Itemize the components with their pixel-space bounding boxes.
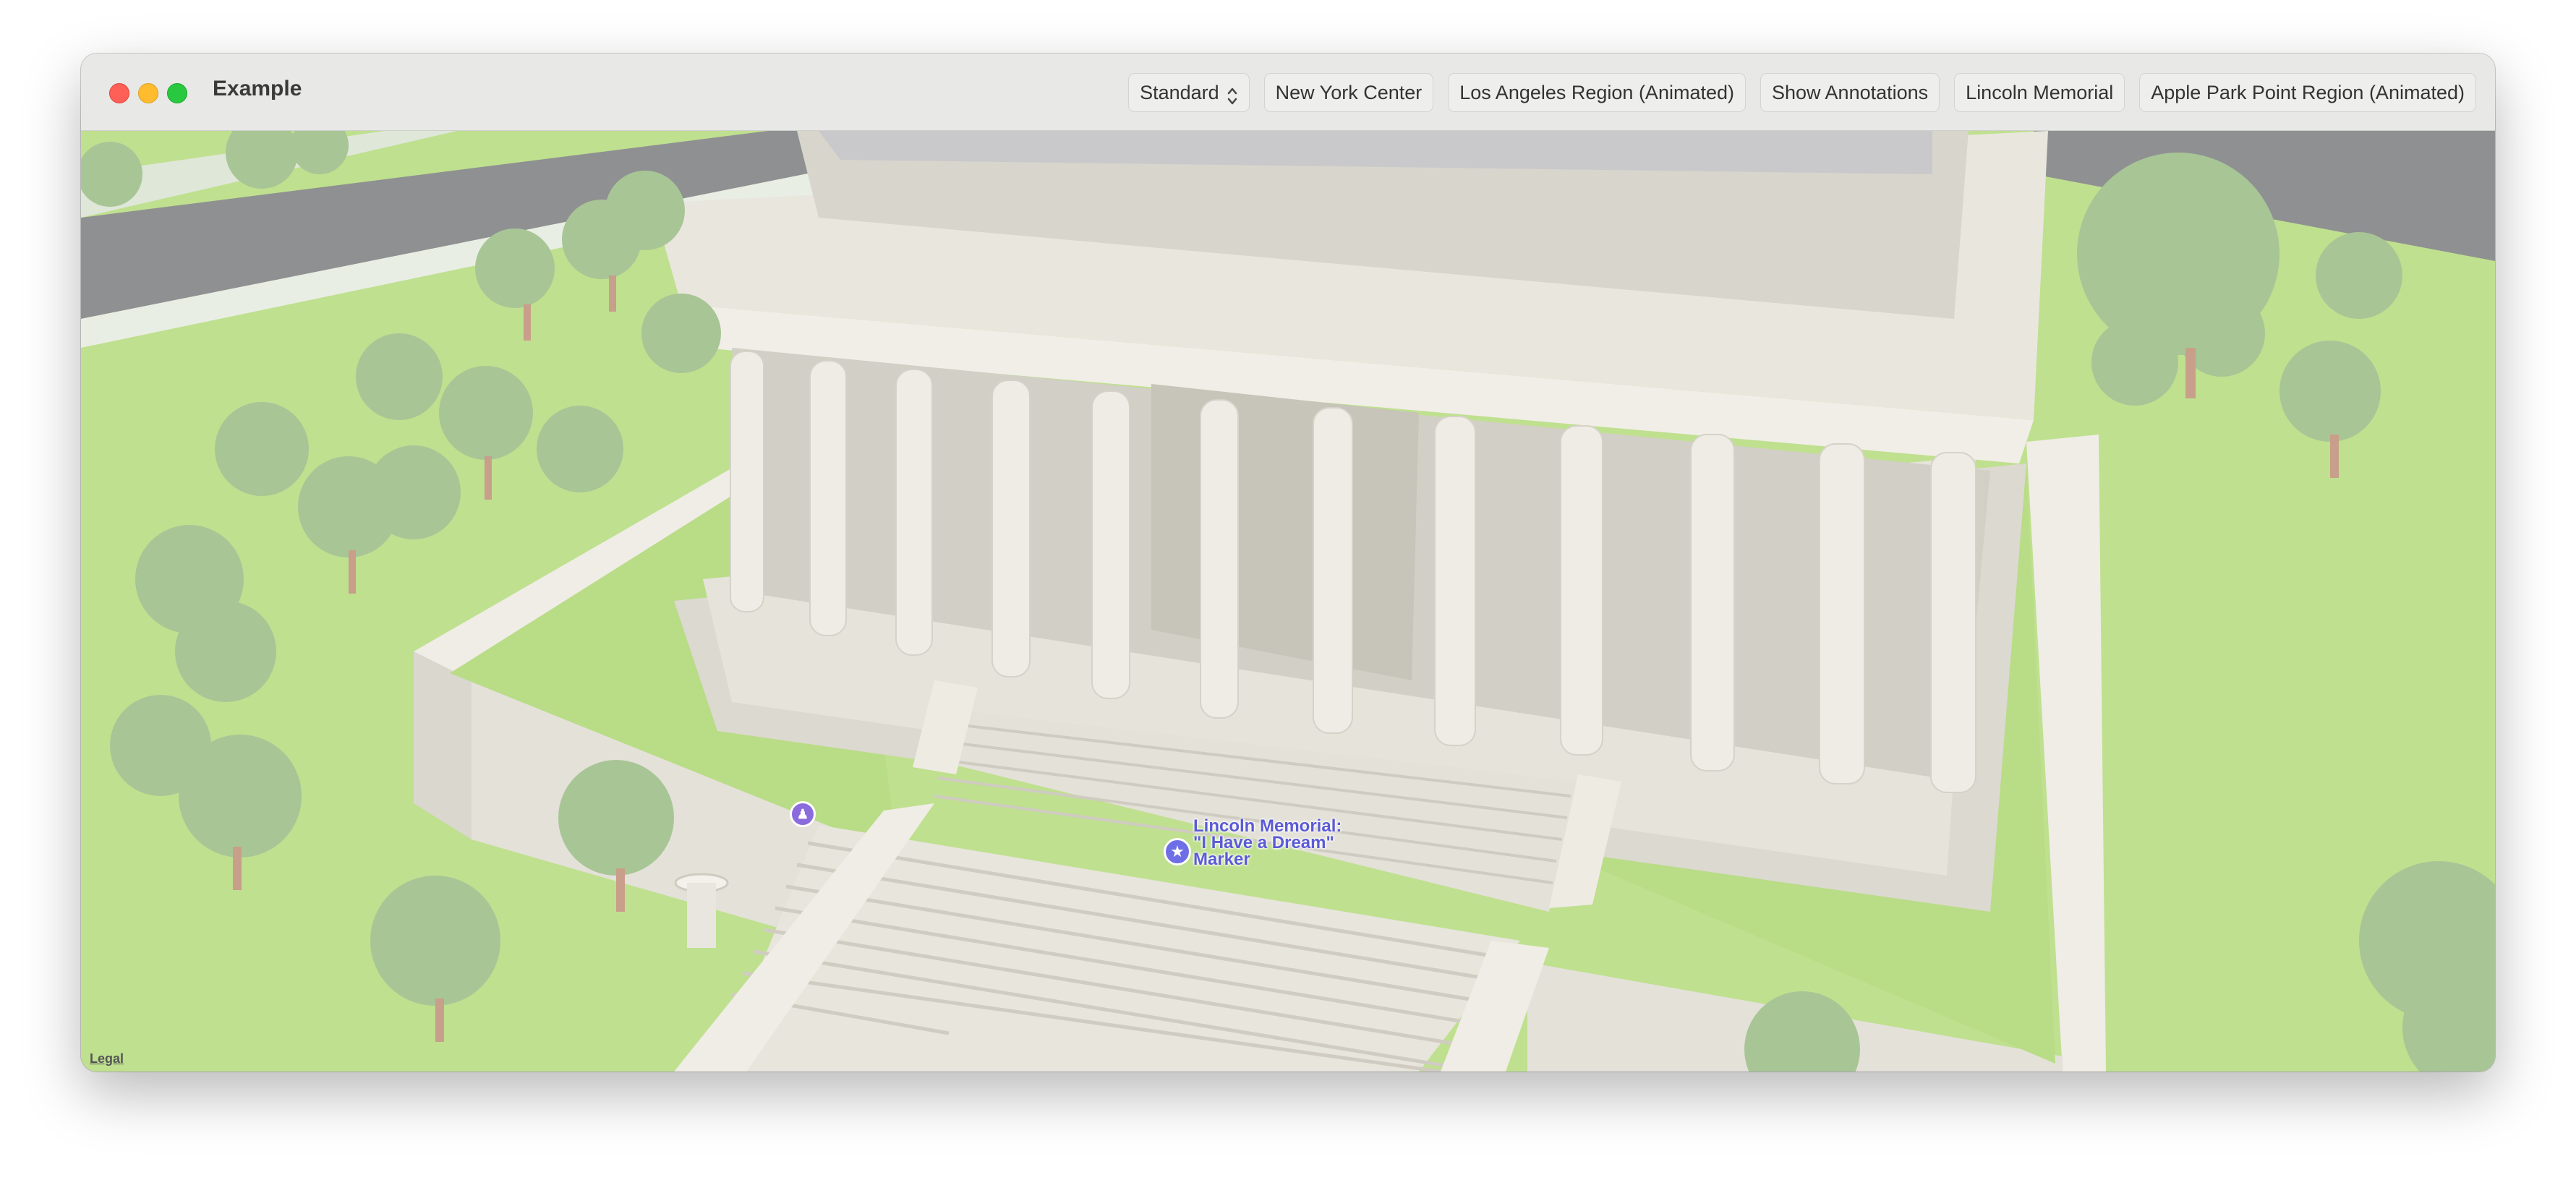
map-scene (81, 131, 2495, 1072)
show-annotations-button[interactable]: Show Annotations (1760, 73, 1940, 112)
los-angeles-region-button[interactable]: Los Angeles Region (Animated) (1448, 73, 1746, 112)
legal-link[interactable]: Legal (90, 1051, 124, 1066)
close-window-button[interactable] (109, 83, 129, 103)
map-view[interactable]: ♟ ★ Lincoln Memorial: "I Have a Dream" M… (81, 131, 2495, 1072)
annotation-label[interactable]: Lincoln Memorial: "I Have a Dream" Marke… (1193, 818, 1345, 868)
toolbar: Standard New York Center Los Angeles Reg… (1128, 73, 2476, 112)
app-window: Example Standard New York Center Los Ang… (81, 54, 2495, 1072)
map-style-popup[interactable]: Standard (1128, 73, 1250, 112)
minimize-window-button[interactable] (138, 83, 158, 103)
window-title: Example (213, 77, 302, 101)
zoom-window-button[interactable] (167, 83, 187, 103)
star-icon[interactable]: ★ (1164, 838, 1191, 865)
map-style-label: Standard (1140, 82, 1219, 103)
title-bar: Example Standard New York Center Los Ang… (81, 54, 2495, 131)
lincoln-memorial-button[interactable]: Lincoln Memorial (1954, 73, 2125, 112)
apple-park-region-button[interactable]: Apple Park Point Region (Animated) (2139, 73, 2476, 112)
restroom-poi-icon[interactable]: ♟ (790, 801, 816, 827)
chevron-up-down-icon (1227, 82, 1238, 105)
new-york-center-button[interactable]: New York Center (1263, 73, 1434, 112)
